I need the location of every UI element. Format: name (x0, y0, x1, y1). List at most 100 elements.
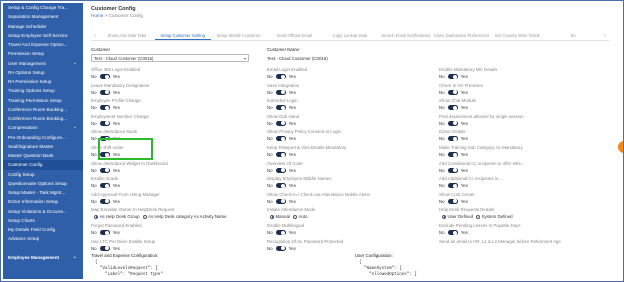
toggle-switch[interactable] (99, 245, 110, 251)
toggle-switch[interactable] (275, 183, 286, 189)
toggle-switch[interactable] (99, 230, 110, 235)
setting-label: Post assessment allowed for single sessi… (439, 113, 524, 119)
toggle-switch[interactable] (275, 105, 286, 111)
setting-label: Add Conditional Cc recipients to offer l… (439, 160, 525, 166)
sidebar-item[interactable]: Setup Employee Self Service (3, 31, 83, 40)
radio-button[interactable] (442, 214, 446, 219)
toggle-switch[interactable] (275, 152, 286, 157)
toggle-switch[interactable] (99, 120, 110, 126)
toggle-switch[interactable] (447, 89, 458, 95)
sidebar-item[interactable]: RA Permission Setup (3, 77, 83, 86)
setting-label: Initiate Attendance Mode (267, 207, 316, 213)
customer-select[interactable]: Test - Cloud Customer (C0016) ▾ (91, 54, 249, 62)
setting-label: Office 365 Login Enabled (91, 67, 141, 72)
toggle-switch[interactable] (275, 230, 286, 235)
sidebar-item-label: Employee Management (8, 254, 60, 260)
sidebar-item[interactable]: Master Question Bank (3, 151, 83, 160)
sidebar-item[interactable]: Training Permission Setup (3, 96, 83, 105)
toggle-switch[interactable] (447, 105, 458, 111)
toggle-switch[interactable] (99, 89, 110, 95)
chevron-down-icon: ⌄ (72, 124, 77, 131)
toggle-on-label: Yes (112, 198, 120, 204)
toggle-switch[interactable] (275, 167, 286, 173)
toggle-switch[interactable] (447, 198, 458, 204)
sidebar-item[interactable]: Advance Setup (3, 234, 83, 243)
sidebar-item[interactable]: User Management ⌄ (3, 59, 83, 68)
toggle-switch[interactable] (99, 74, 110, 79)
toggle-switch[interactable] (275, 120, 286, 126)
radio-button[interactable] (142, 214, 147, 219)
travel-config-label: Travel and Expense Configuration: (91, 253, 159, 258)
toggle-off-label: No (439, 136, 445, 142)
sidebar-item[interactable]: Donor Information Setup (3, 197, 83, 206)
tab[interactable]: Show And Hide Tabs (99, 31, 155, 40)
radio-label: Auto (298, 214, 308, 220)
sidebar-item[interactable]: Separation Management (3, 12, 83, 21)
toggle-switch[interactable] (275, 74, 286, 79)
sidebar-item[interactable]: Training Options Setup (3, 86, 83, 95)
toggle-switch[interactable] (275, 89, 286, 95)
sidebar-item[interactable]: Travel And Expense Option... (3, 40, 83, 49)
sidebar-item[interactable]: Seal/Signature Master (3, 142, 83, 151)
tab-scroll-left-icon[interactable]: ‹ (91, 31, 99, 40)
toggle-on-label: Yes (460, 74, 468, 79)
sidebar-item[interactable]: Compensation ⌄ (3, 123, 83, 132)
setting-toggle-row: No Yes (439, 135, 468, 142)
tab[interactable]: Set Country Wise Fields (489, 31, 545, 40)
chevron-down-icon: ⌄ (72, 59, 77, 66)
tab[interactable]: Search Email Notifications (378, 31, 434, 40)
help-fab[interactable] (618, 141, 623, 153)
toggle-switch[interactable] (447, 136, 458, 142)
sidebar-item[interactable]: RA Options Setup (3, 68, 83, 77)
sidebar-item-label: Separation Management (8, 14, 59, 20)
user-config-json[interactable]: { "NameSystem": [ "AllowedOptions": [ (359, 260, 417, 278)
breadcrumb-home-link[interactable]: Home (91, 13, 103, 18)
toggle-on-label: Yes (112, 120, 120, 126)
tab[interactable]: Setup Mobile Customer (211, 31, 267, 40)
toggle-switch[interactable] (275, 198, 286, 204)
radio-button[interactable] (476, 214, 481, 219)
toggle-switch[interactable] (447, 167, 458, 173)
tab[interactable]: Setup Customer Setting (154, 31, 211, 40)
setting-label: Show Dob Hand (267, 113, 299, 119)
sidebar-item[interactable]: Pre-Onboarding Configure... (3, 133, 83, 142)
sidebar-item[interactable]: Setup Violations & Occurre... (3, 207, 83, 216)
radio-button[interactable] (270, 214, 274, 219)
travel-config-json[interactable]: { "ValidLevelsRequest": [ "Label": "Requ… (95, 260, 163, 278)
sidebar-item[interactable]: Employee Management ⌄ (3, 253, 83, 262)
radio-button[interactable] (292, 214, 297, 219)
sidebar-item[interactable]: Setup Master - Task Mgmt... (3, 188, 83, 197)
toggle-switch[interactable] (447, 183, 458, 189)
toggle-switch[interactable] (275, 136, 286, 142)
toggle-switch[interactable] (447, 120, 458, 126)
toggle-switch[interactable] (99, 105, 110, 111)
tab[interactable]: Clone Dashboard Preferences (434, 31, 490, 40)
sidebar-item[interactable]: Customer Config (3, 160, 83, 170)
setting-toggle-row: No Yes (267, 104, 296, 111)
radio-button[interactable] (94, 214, 98, 219)
toggle-switch[interactable] (447, 74, 458, 79)
sidebar-item[interactable]: Config Setup (3, 170, 83, 179)
sidebar-item[interactable]: Questionnaire Options Setup (3, 179, 83, 188)
sidebar-item[interactable]: My Details Field Config (3, 225, 83, 234)
tab[interactable]: Send Official Email (266, 31, 322, 40)
toggle-switch[interactable] (447, 152, 458, 157)
sidebar-item[interactable]: Conference Room Booking... (3, 114, 83, 123)
toggle-switch[interactable] (99, 198, 110, 204)
toggle-off-label: No (267, 89, 273, 95)
sidebar-item[interactable]: Conference Room Booking... (3, 105, 83, 114)
setting-label: Enable Grade (91, 176, 119, 182)
tab[interactable]: Copy Lookup Data (322, 31, 378, 40)
toggle-switch[interactable] (275, 245, 286, 251)
setting-toggle-row: No Yes (91, 229, 120, 236)
sidebar-item[interactable]: Permission Setup (3, 49, 83, 58)
toggle-switch[interactable] (99, 167, 110, 173)
sidebar-item[interactable]: Setup Charts (3, 216, 83, 225)
toggle-switch[interactable] (99, 183, 110, 189)
tab-scroll-right-icon[interactable]: › (601, 31, 609, 40)
setting-toggle-row: No Yes (91, 120, 120, 127)
toggle-switch[interactable] (447, 230, 458, 235)
sidebar-item[interactable]: Setup & Config Change Tra... (3, 3, 83, 12)
sidebar-item[interactable]: Manage Scheduler (3, 22, 83, 31)
tab[interactable]: Se (545, 31, 601, 40)
